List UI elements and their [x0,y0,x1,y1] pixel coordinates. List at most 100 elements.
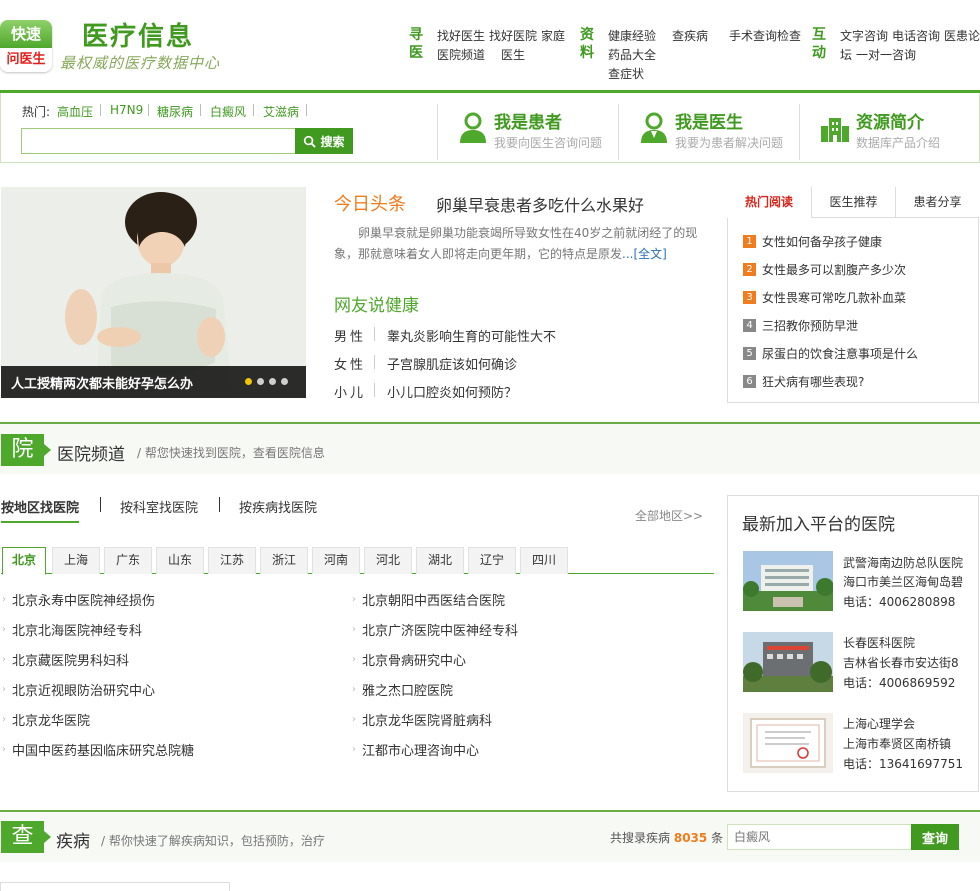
hot-word-hypertension[interactable]: 高血压 [57,103,93,120]
hospital-link[interactable]: 北京朝阳中西医结合医院 [362,590,505,609]
region-tab-hubei[interactable]: 湖北 [416,547,464,574]
region-tab-guangdong[interactable]: 广东 [104,547,152,574]
nav-link-surgery-check[interactable]: 手术查询检查 [729,27,801,44]
hospital-link[interactable]: 江都市心理咨询中心 [362,740,479,759]
nav-link-check-disease[interactable]: 查疾病 [672,27,708,44]
role-resources[interactable]: 资源简介 数据库产品介绍 [799,104,979,160]
hot-article[interactable]: 女性最多可以割腹产多少次 [762,261,906,278]
nav-link-drug-encyclopedia[interactable]: 药品大全 [608,46,656,63]
hospital-thumbnail[interactable] [743,713,833,773]
hot-separator [306,104,307,116]
forum-question[interactable]: 睾丸炎影响生育的可能性大不 [387,326,556,345]
hot-word-diabetes[interactable]: 糖尿病 [157,103,193,120]
nav-link-good-doctor[interactable]: 找好医生 [437,27,485,44]
forum-cat-child[interactable]: 小儿 [334,382,366,401]
nav-link-text-consult[interactable]: 文字咨询 [840,27,888,44]
rank-badge: 4 [743,319,756,332]
search-input[interactable] [21,128,295,154]
hospital-link[interactable]: 雅之杰口腔医院 [362,680,453,699]
slide-dot[interactable] [257,378,264,385]
nav-link-forum[interactable]: 医患论 [944,27,980,44]
nav-link-health-experience[interactable]: 健康经验 [608,27,656,44]
hospital-link[interactable]: 中国中医药基因临床研究总院糖 [12,740,194,759]
new-hospital-name[interactable]: 长春医科医院 [843,634,915,651]
role-patient[interactable]: 我是患者 我要向医生咨询问题 [437,104,618,160]
region-tab-hebei[interactable]: 河北 [364,547,412,574]
role-doctor-sub: 我要为患者解决问题 [675,136,784,150]
hospital-link[interactable]: 北京北海医院神经专科 [12,620,142,639]
slide-dot[interactable] [245,378,252,385]
hospital-link[interactable]: 北京藏医院男科妇科 [12,650,129,669]
disease-count-prefix: 共搜录疾病 [610,831,671,845]
list-bullet: › [2,744,6,755]
search-button[interactable]: 搜索 [295,128,353,154]
forum-cat-female[interactable]: 女性 [334,354,366,373]
tab-by-region[interactable]: 按地区找医院 [1,497,80,523]
today-headline[interactable]: 卵巢早衰患者多吃什么水果好 [436,192,644,216]
list-bullet: › [352,684,356,695]
nav-link-good-hospital[interactable]: 找好医院 [489,27,537,44]
hot-article[interactable]: 三招教你预防早泄 [762,317,858,334]
read-more-link[interactable]: ...[全文] [622,247,667,261]
hot-article[interactable]: 尿蛋白的饮食注意事项是什么 [762,345,918,362]
list-bullet: › [352,654,356,665]
hospital-link[interactable]: 北京骨病研究中心 [362,650,466,669]
hospital-link[interactable]: 北京近视眼防治研究中心 [12,680,155,699]
region-tab-zhejiang[interactable]: 浙江 [260,547,308,574]
hot-word-vitiligo[interactable]: 白癜风 [210,103,246,120]
tab-hot-reading[interactable]: 热门阅读 [727,187,811,218]
disease-section-title: 疾病 [56,832,90,852]
region-tab-sichuan[interactable]: 四川 [520,547,568,574]
hospital-link[interactable]: 北京永寿中医院神经损伤 [12,590,155,609]
forum-question[interactable]: 小儿口腔炎如何预防？ [387,382,517,401]
role-doctor[interactable]: 我是医生 我要为患者解决问题 [618,104,799,160]
tab-by-disease[interactable]: 按疾病找医院 [239,497,317,516]
slide-dot[interactable] [281,378,288,385]
slide-dot[interactable] [269,378,276,385]
region-tab-shandong[interactable]: 山东 [156,547,204,574]
hospital-link[interactable]: 北京龙华医院 [12,710,90,729]
hospital-thumbnail[interactable] [743,632,833,692]
feature-caption-bar: 人工授精两次都未能好孕怎么办 [1,366,306,398]
region-tab-beijing[interactable]: 北京 [2,547,46,575]
site-title: 医疗信息 [82,22,195,52]
region-tab-henan[interactable]: 河南 [312,547,360,574]
hospital-thumbnail[interactable] [743,551,833,611]
all-regions-link[interactable]: 全部地区>> [635,507,703,524]
disease-search-button[interactable]: 查询 [911,824,959,850]
disease-section-desc: / 帮你快速了解疾病知识，包括预防，治疗 [101,834,325,848]
new-hospitals-title: 最新加入平台的医院 [742,515,895,535]
hot-article[interactable]: 狂犬病有哪些表现? [762,373,864,390]
list-bullet: › [352,624,356,635]
site-logo[interactable]: 快速 问医生 [0,20,52,72]
region-tab-shanghai[interactable]: 上海 [52,547,100,574]
nav-link-hospital-channel[interactable]: 医院频道 [437,46,485,63]
region-tab-liaoning[interactable]: 辽宁 [468,547,516,574]
hot-word-h7n9[interactable]: H7N9 [110,103,143,117]
hot-word-aids[interactable]: 艾滋病 [263,103,299,120]
search-icon [304,135,317,148]
disease-search-input[interactable] [727,824,911,850]
hospital-link[interactable]: 北京广济医院中医神经专科 [362,620,518,639]
new-hospital-name[interactable]: 上海心理学会 [843,715,915,732]
nav-link-one-on-one[interactable]: 一对一咨询 [856,46,916,63]
nav-link-doctor[interactable]: 医生 [501,46,525,63]
hospital-link[interactable]: 北京龙华医院肾脏病科 [362,710,492,729]
nav-link-family[interactable]: 家庭 [541,27,565,44]
nav-link-check-symptom[interactable]: 查症状 [608,65,644,82]
hot-article[interactable]: 女性如何备孕孩子健康 [762,233,882,250]
tab-patient-share[interactable]: 患者分享 [895,187,979,218]
nav-link-forum-cont[interactable]: 坛 [840,46,852,63]
region-tab-jiangsu[interactable]: 江苏 [208,547,256,574]
nav-group-data-label: 资料 [580,27,594,61]
tab-by-department[interactable]: 按科室找医院 [120,497,198,516]
nav-link-phone-consult[interactable]: 电话咨询 [892,27,940,44]
feature-caption[interactable]: 人工授精两次都未能好孕怎么办 [11,373,193,392]
new-hospital-name[interactable]: 武警海南边防总队医院 [843,554,963,571]
forum-cat-male[interactable]: 男性 [334,326,366,345]
hospital-section-badge: 院 [1,434,51,466]
tab-doctor-recommend[interactable]: 医生推荐 [811,187,895,218]
hot-article[interactable]: 女性畏寒可常吃几款补血菜 [762,289,906,306]
role-patient-sub: 我要向医生咨询问题 [494,136,603,150]
forum-question[interactable]: 子宫腺肌症该如何确诊 [387,354,517,373]
